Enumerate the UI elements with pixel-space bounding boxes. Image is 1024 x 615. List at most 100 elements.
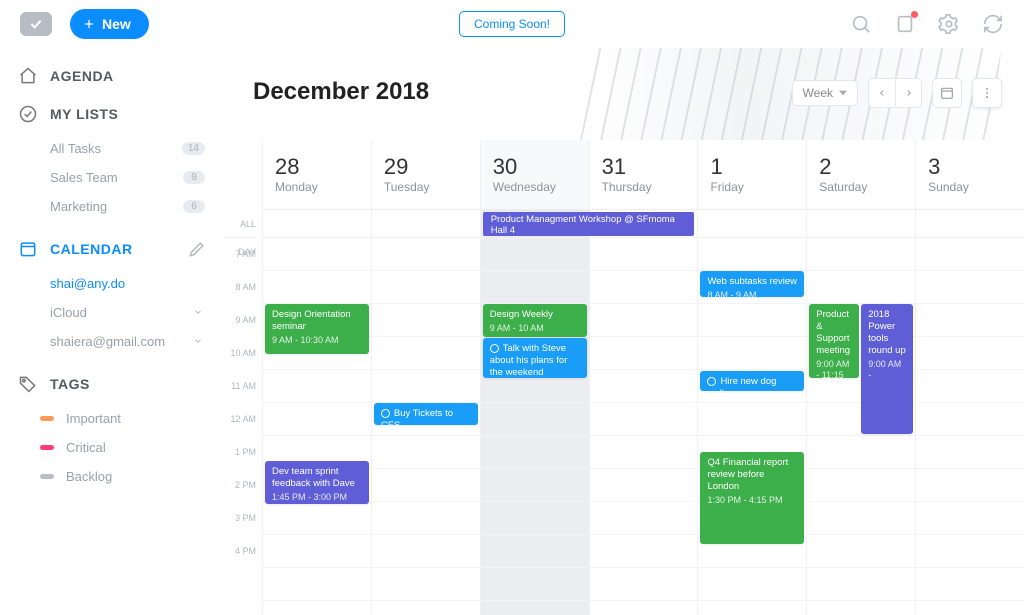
sidebar-account-icloud[interactable]: iCloud xyxy=(18,298,215,327)
day-body[interactable]: Buy Tickets to CES xyxy=(372,238,480,601)
sidebar-list-sales-team[interactable]: Sales Team 9 xyxy=(18,163,215,192)
day-name: Sunday xyxy=(928,180,1024,194)
calendar-icon xyxy=(18,239,38,259)
allday-row xyxy=(698,210,806,238)
calendar-event[interactable]: 2018 Power tools round up 9:00 AM - xyxy=(861,304,913,434)
time-label: 4 PM xyxy=(223,535,256,568)
sidebar-tags[interactable]: TAGS xyxy=(18,374,215,394)
day-header: 30 Wednesday xyxy=(481,140,589,210)
calendar-event[interactable]: Talk with Steve about his plans for the … xyxy=(483,338,587,378)
search-icon[interactable] xyxy=(850,13,872,35)
tag-critical[interactable]: Critical xyxy=(18,433,215,462)
day-header: 29 Tuesday xyxy=(372,140,480,210)
sidebar-mylists[interactable]: MY LISTS xyxy=(18,104,215,124)
sidebar-list-marketing[interactable]: Marketing 6 xyxy=(18,192,215,221)
sidebar-account-anydo[interactable]: shai@any.do xyxy=(18,269,215,298)
day-columns: 28 MondayDesign Orientation seminar9 AM … xyxy=(263,140,1024,615)
account-label: shai@any.do xyxy=(50,276,125,291)
calendar-event[interactable]: Dev team sprint feedback with Dave1:45 P… xyxy=(265,461,369,504)
day-number: 2 xyxy=(819,154,915,180)
list-count-badge: 9 xyxy=(183,171,205,184)
event-title: 2018 Power tools round up xyxy=(868,309,906,356)
day-number: 1 xyxy=(710,154,806,180)
view-selector[interactable]: Week xyxy=(792,80,858,106)
day-column[interactable]: 31 Thursday xyxy=(590,140,699,615)
tag-label: Important xyxy=(66,411,121,426)
sidebar-tags-label: TAGS xyxy=(50,376,90,392)
time-label: 7 AM xyxy=(223,238,256,271)
day-body[interactable]: Web subtasks review 8 AM - 9 AM Hire new d… xyxy=(698,238,806,601)
day-column[interactable]: 1 FridayWeb subtasks review8 AM - 9 AMHi… xyxy=(698,140,807,615)
more-menu-button[interactable] xyxy=(972,78,1002,108)
day-column[interactable]: 2 Saturday Product & Support meeting9:00 … xyxy=(807,140,916,615)
calendar-event[interactable]: Design Orientation seminar9 AM - 10:30 A… xyxy=(265,304,369,354)
list-count-badge: 14 xyxy=(182,142,205,155)
notifications-icon[interactable] xyxy=(894,13,916,35)
list-count-badge: 6 xyxy=(183,200,205,213)
list-label: All Tasks xyxy=(50,141,101,156)
day-body[interactable]: Design Weekly9 AM - 10 AMTalk with Steve… xyxy=(481,238,589,601)
app-logo-icon[interactable] xyxy=(20,12,52,36)
allday-row xyxy=(372,210,480,238)
calendar-event[interactable]: Web subtasks review 8 AM - 9 AM xyxy=(700,271,804,297)
sidebar-list-all-tasks[interactable]: All Tasks 14 xyxy=(18,134,215,163)
new-button[interactable]: New xyxy=(70,9,149,39)
task-circle-icon xyxy=(490,344,499,353)
calendar-event[interactable]: Q4 Financial report review before London… xyxy=(700,452,804,544)
calendar-event[interactable]: Buy Tickets to CES xyxy=(374,403,478,425)
tag-swatch-icon xyxy=(40,474,54,479)
day-header: 31 Thursday xyxy=(590,140,698,210)
day-column[interactable]: 30 WednesdayProduct Managment Workshop @… xyxy=(481,140,590,615)
new-button-label: New xyxy=(102,16,131,32)
day-column[interactable]: 28 MondayDesign Orientation seminar9 AM … xyxy=(263,140,372,615)
calendar-title: December 2018 xyxy=(253,78,429,106)
edit-pencil-icon[interactable] xyxy=(187,239,207,259)
refresh-icon[interactable] xyxy=(982,13,1004,35)
week-nav xyxy=(868,78,922,108)
event-time: 9 AM - 10 AM xyxy=(490,323,580,334)
time-label: 8 AM xyxy=(223,271,256,304)
sidebar-account-gmail[interactable]: shaiera@gmail.com xyxy=(18,327,215,356)
calendar-event[interactable]: Product & Support meeting9:00 AM - 11:15 xyxy=(809,304,859,378)
day-column[interactable]: 29 Tuesday Buy Tickets to CES xyxy=(372,140,481,615)
time-label: 3 PM xyxy=(223,502,256,535)
dots-vertical-icon xyxy=(980,86,994,100)
calendar-event[interactable]: Design Weekly9 AM - 10 AM xyxy=(483,304,587,337)
time-label: ALL DAY xyxy=(223,210,256,238)
time-label: 11 AM xyxy=(223,370,256,403)
account-label: shaiera@gmail.com xyxy=(50,334,165,349)
sidebar-calendar[interactable]: CALENDAR xyxy=(18,239,215,259)
topbar: New Coming Soon! xyxy=(0,0,1024,48)
day-body[interactable] xyxy=(916,238,1024,601)
sidebar-agenda[interactable]: AGENDA xyxy=(18,66,215,86)
event-time: 8 AM - 9 AM xyxy=(707,290,797,297)
day-number: 31 xyxy=(602,154,698,180)
event-title: Web subtasks review xyxy=(707,276,797,287)
day-header: 3 Sunday xyxy=(916,140,1024,210)
day-column[interactable]: 3 Sunday xyxy=(916,140,1024,615)
event-title: Design Orientation seminar xyxy=(272,309,351,332)
tag-swatch-icon xyxy=(40,445,54,450)
day-name: Tuesday xyxy=(384,180,480,194)
time-axis: ALL DAY 7 AM 8 AM 9 AM 10 AM 11 AM 12 AM… xyxy=(223,140,263,615)
day-header: 2 Saturday xyxy=(807,140,915,210)
day-body[interactable] xyxy=(590,238,698,601)
coming-soon-banner[interactable]: Coming Soon! xyxy=(459,11,565,37)
day-name: Saturday xyxy=(819,180,915,194)
tag-important[interactable]: Important xyxy=(18,404,215,433)
event-time: 9:00 AM - xyxy=(868,359,906,382)
time-label: 12 AM xyxy=(223,403,256,436)
time-label: 9 AM xyxy=(223,304,256,337)
prev-week-button[interactable] xyxy=(869,79,895,107)
day-body[interactable]: Design Orientation seminar9 AM - 10:30 A… xyxy=(263,238,371,601)
day-body[interactable]: Product & Support meeting9:00 AM - 11:15… xyxy=(807,238,915,601)
next-week-button[interactable] xyxy=(895,79,921,107)
event-title: Q4 Financial report review before London xyxy=(707,457,788,492)
calendar-event[interactable]: Hire new dog walker xyxy=(700,371,804,391)
day-number: 30 xyxy=(493,154,589,180)
today-button[interactable] xyxy=(932,78,962,108)
tag-backlog[interactable]: Backlog xyxy=(18,462,215,491)
allday-row xyxy=(263,210,371,238)
time-label: 2 PM xyxy=(223,469,256,502)
settings-gear-icon[interactable] xyxy=(938,13,960,35)
